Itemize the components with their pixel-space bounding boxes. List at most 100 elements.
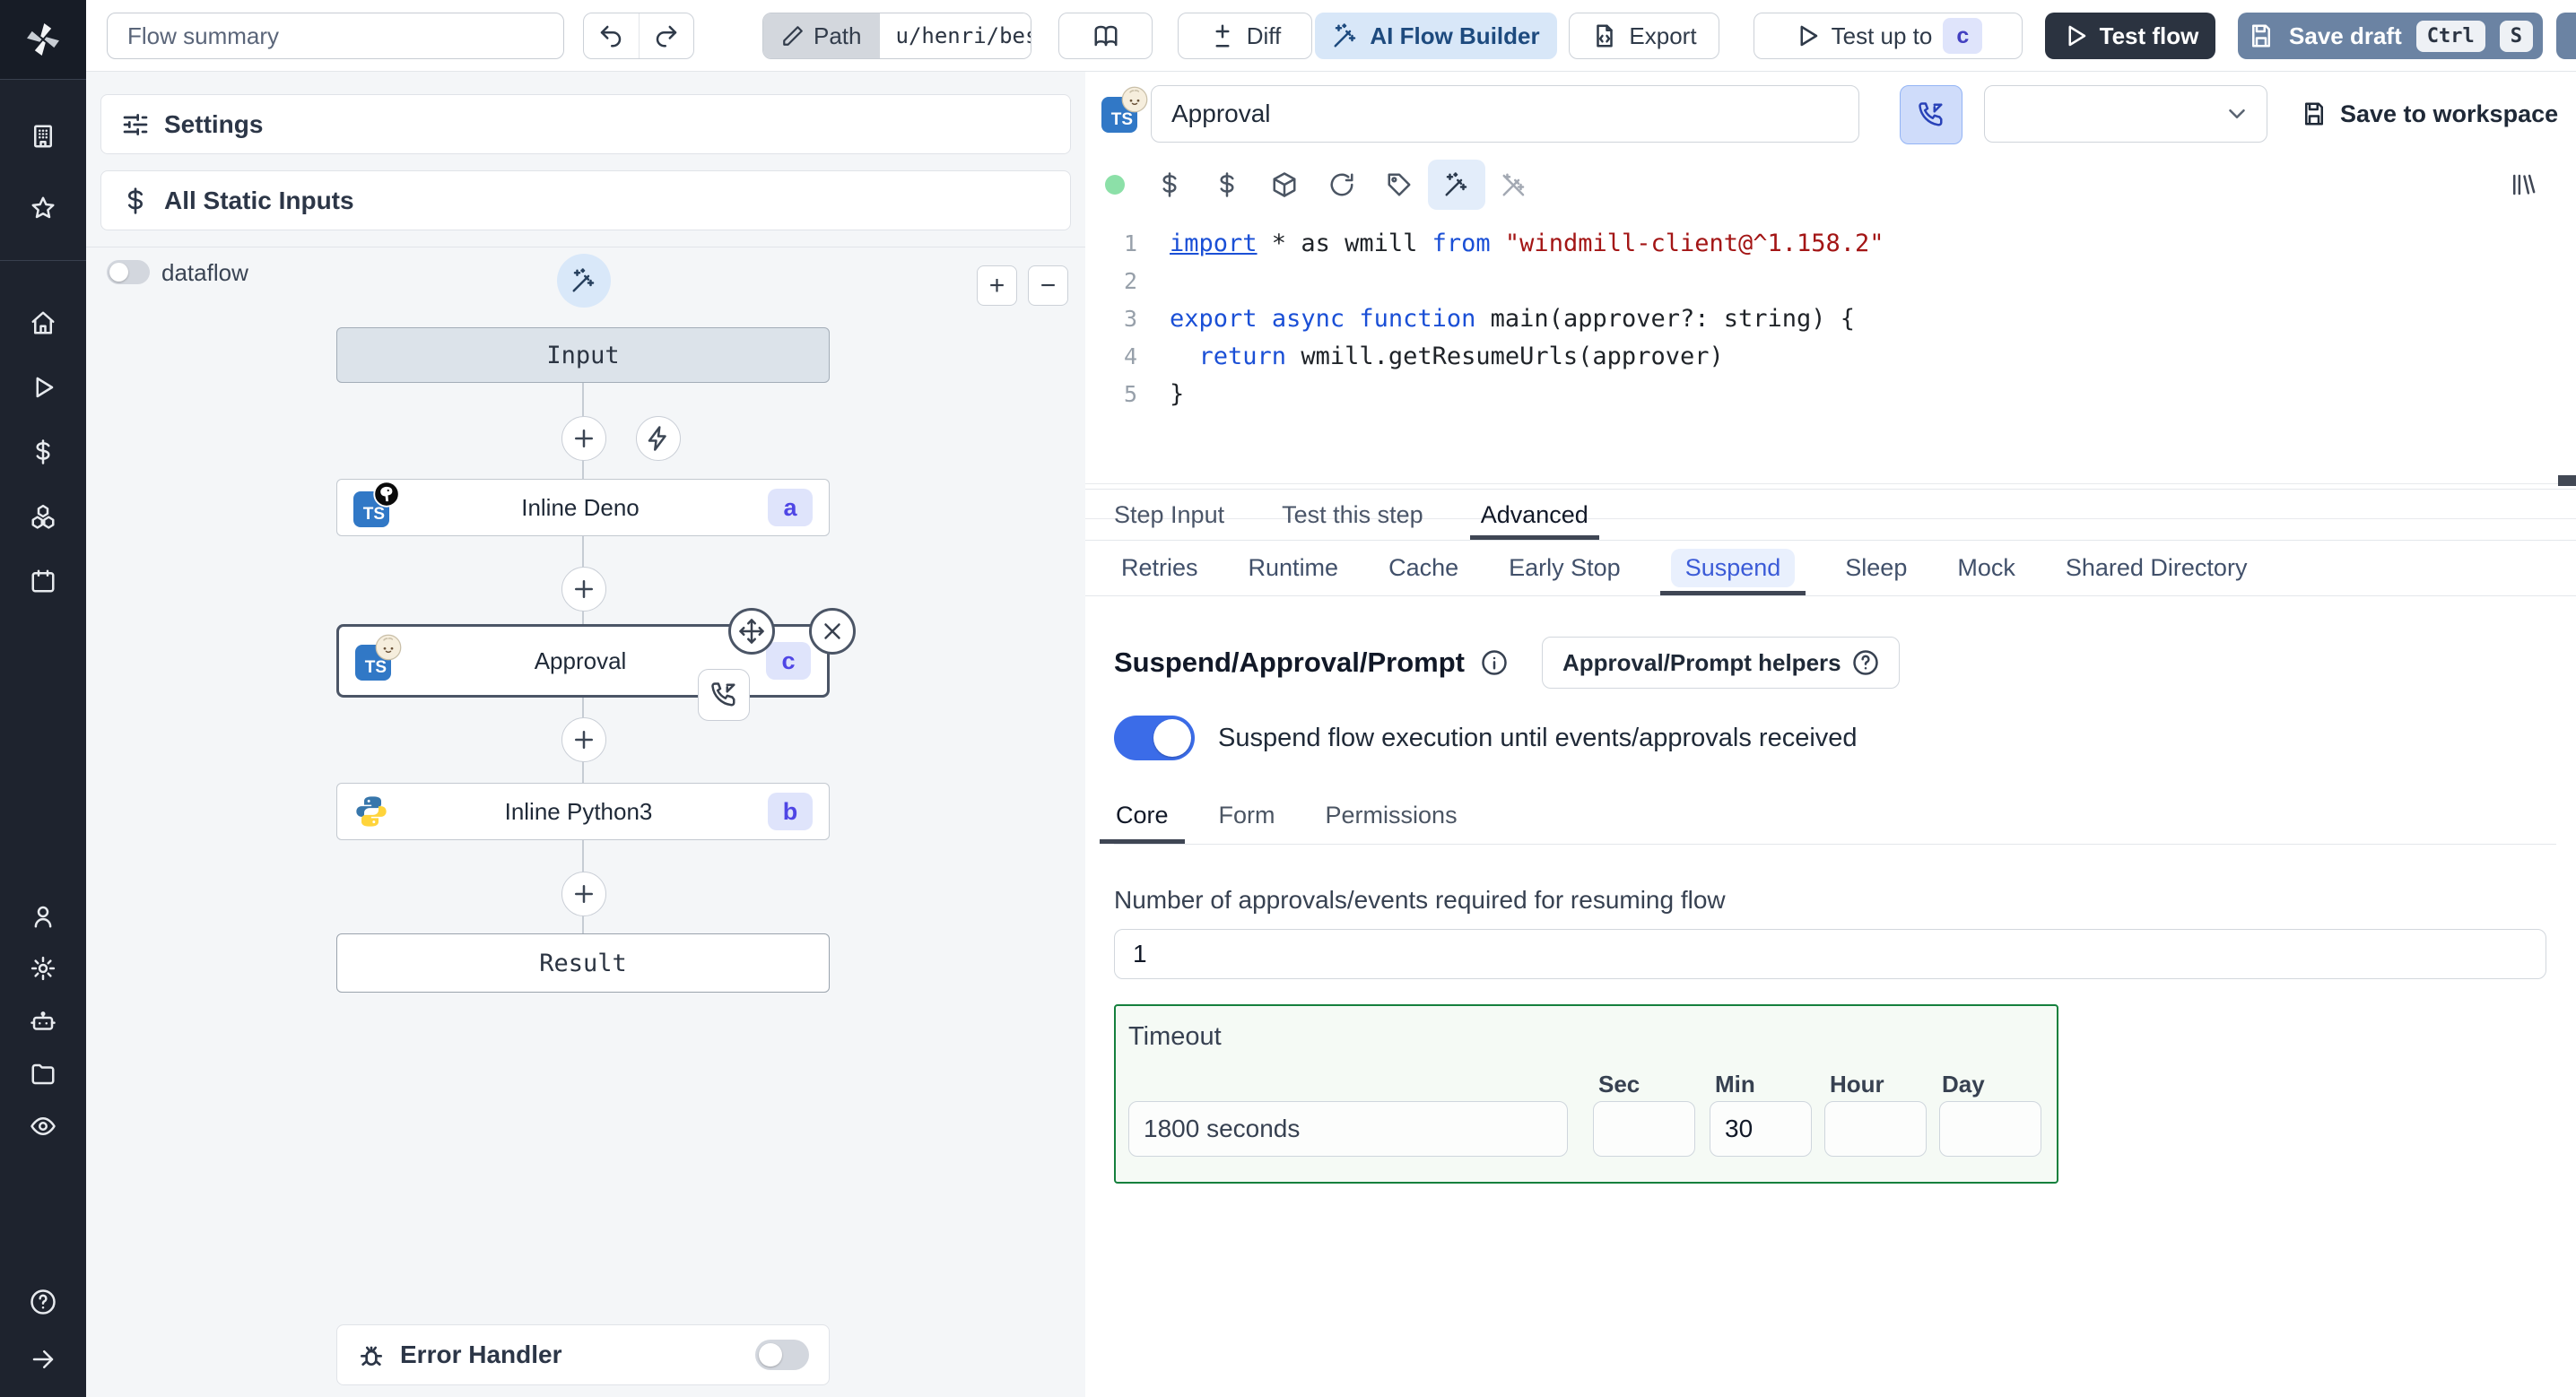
code-line[interactable]: 5} — [1085, 375, 2576, 412]
sidebar-item-folders[interactable] — [0, 1049, 86, 1099]
save-draft-button[interactable]: Save draft Ctrl S — [2238, 13, 2543, 59]
subtab-mock[interactable]: Mock — [1957, 541, 2015, 595]
inner-tab-core[interactable]: Core — [1100, 793, 1185, 844]
graph-ai-wand-button[interactable] — [557, 254, 611, 308]
redo-button[interactable] — [638, 13, 694, 58]
add-step-button[interactable] — [561, 872, 606, 916]
sidebar-item-variables[interactable] — [0, 427, 86, 477]
sidebar-expand[interactable] — [0, 1334, 86, 1384]
approval-prompt-helpers-button[interactable]: Approval/Prompt helpers — [1541, 637, 1900, 689]
sidebar-item-workspace[interactable] — [0, 111, 86, 161]
pencil-icon — [781, 24, 805, 48]
dollar-icon — [1156, 171, 1183, 198]
suspend-phone-button[interactable] — [1900, 85, 1962, 144]
subtab-runtime[interactable]: Runtime — [1249, 541, 1339, 595]
subtab-early-stop[interactable]: Early Stop — [1509, 541, 1621, 595]
timeout-seconds-input[interactable]: 1800 seconds — [1128, 1101, 1568, 1157]
ai-flow-builder-button[interactable]: AI Flow Builder — [1315, 13, 1557, 59]
line-number: 3 — [1123, 305, 1137, 332]
info-icon[interactable] — [1481, 649, 1508, 676]
subtab-retries[interactable]: Retries — [1121, 541, 1198, 595]
step-tabs: Step Input Test this step Advanced — [1085, 490, 2576, 540]
flow-settings-button[interactable]: Settings — [100, 94, 1071, 154]
script-version-select[interactable] — [1984, 85, 2267, 143]
export-button[interactable]: Export — [1569, 13, 1719, 59]
flow-node-input[interactable]: Input — [336, 327, 830, 383]
sidebar-item-favorites[interactable] — [0, 183, 86, 233]
add-step-button[interactable] — [561, 567, 606, 612]
timeout-day-input[interactable] — [1939, 1101, 2041, 1157]
sidebar-item-help[interactable] — [0, 1277, 86, 1327]
suspend-toggle[interactable] — [1114, 716, 1195, 760]
test-up-to-button[interactable]: Test up to c — [1754, 13, 2023, 59]
step-name-input[interactable]: Approval — [1151, 85, 1859, 143]
ai-assistant-button[interactable] — [1428, 160, 1485, 210]
subtab-suspend[interactable]: Suspend — [1659, 541, 1806, 595]
subtab-sleep[interactable]: Sleep — [1845, 541, 1907, 595]
approvals-count-input[interactable]: 1 — [1114, 929, 2546, 979]
sidebar-item-workers[interactable] — [0, 997, 86, 1047]
undo-button[interactable] — [584, 13, 639, 58]
code-line[interactable]: 1 import * as wmill from "windmill-client… — [1085, 224, 2576, 262]
timeout-sec-input[interactable] — [1593, 1101, 1695, 1157]
wand-icon — [570, 267, 597, 294]
code-line[interactable]: 4 return wmill.getResumeUrls(approver) — [1085, 337, 2576, 375]
tab-test-this-step[interactable]: Test this step — [1282, 490, 1423, 540]
workspace-logo[interactable] — [0, 0, 86, 80]
path-button[interactable]: Path u/henri/bes — [762, 13, 1031, 59]
timeout-min-input[interactable]: 30 — [1710, 1101, 1812, 1157]
library-panel-button[interactable] — [2493, 160, 2551, 210]
suspend-inner-tabs: Core Form Permissions — [1100, 793, 2556, 845]
code-line[interactable]: 2 — [1085, 262, 2576, 299]
move-node-button[interactable] — [728, 608, 775, 655]
step-name-value: Approval — [1171, 100, 1271, 127]
diff-button[interactable]: Diff — [1178, 13, 1312, 59]
sidebar-item-audit-logs[interactable] — [0, 1101, 86, 1151]
tab-advanced[interactable]: Advanced — [1469, 490, 1599, 540]
arrow-right-icon — [30, 1346, 57, 1373]
variables-button[interactable] — [1141, 160, 1198, 210]
save-to-workspace-button[interactable]: Save to workspace — [2301, 90, 2558, 138]
error-handler-card[interactable]: Error Handler — [336, 1324, 830, 1385]
add-trigger-button[interactable] — [636, 416, 681, 461]
tab-step-input[interactable]: Step Input — [1114, 490, 1224, 540]
dataflow-toggle[interactable] — [107, 260, 150, 284]
zoom-out-button[interactable]: − — [1028, 265, 1068, 306]
subtab-shared-directory[interactable]: Shared Directory — [2066, 541, 2248, 595]
ai-gen-disabled-button[interactable] — [1485, 160, 1543, 210]
resources-button[interactable] — [1198, 160, 1256, 210]
docs-button[interactable] — [1058, 13, 1153, 59]
sidebar-item-settings[interactable] — [0, 943, 86, 994]
flow-node-inline-deno[interactable]: TS Inline Deno a — [336, 479, 830, 536]
test-flow-button[interactable]: Test flow — [2045, 13, 2215, 59]
inner-tab-permissions[interactable]: Permissions — [1324, 793, 1459, 844]
package-button[interactable] — [1256, 160, 1313, 210]
flow-summary-value: Flow summary — [127, 22, 280, 49]
sidebar-item-resources[interactable] — [0, 491, 86, 542]
sidebar-item-runs[interactable] — [0, 362, 86, 412]
all-static-inputs-button[interactable]: All Static Inputs — [100, 170, 1071, 230]
flow-node-result[interactable]: Result — [336, 933, 830, 993]
zoom-in-button[interactable]: + — [977, 265, 1017, 306]
sidebar-item-home[interactable] — [0, 298, 86, 348]
left-rail — [0, 0, 86, 1397]
sidebar-item-schedules[interactable] — [0, 556, 86, 606]
flow-summary-input[interactable]: Flow summary — [107, 13, 564, 59]
sidebar-item-users[interactable] — [0, 891, 86, 941]
inner-tab-form[interactable]: Form — [1217, 793, 1277, 844]
error-handler-toggle[interactable] — [755, 1340, 809, 1370]
suspend-indicator-button[interactable] — [698, 669, 750, 721]
plus-icon — [570, 881, 597, 907]
reload-button[interactable] — [1313, 160, 1371, 210]
add-step-button[interactable] — [561, 717, 606, 762]
code-line[interactable]: 3 export async function main(approver?: s… — [1085, 299, 2576, 337]
timeout-hour-input[interactable] — [1824, 1101, 1927, 1157]
code-editor[interactable]: 1 import * as wmill from "windmill-client… — [1085, 217, 2576, 519]
deploy-button-partial[interactable] — [2556, 13, 2576, 59]
add-step-button[interactable] — [561, 416, 606, 461]
zoom-out-label: − — [1040, 270, 1057, 300]
format-button[interactable] — [1371, 160, 1428, 210]
delete-node-button[interactable] — [809, 608, 856, 655]
subtab-cache[interactable]: Cache — [1388, 541, 1458, 595]
flow-node-inline-python3[interactable]: Inline Python3 b — [336, 783, 830, 840]
